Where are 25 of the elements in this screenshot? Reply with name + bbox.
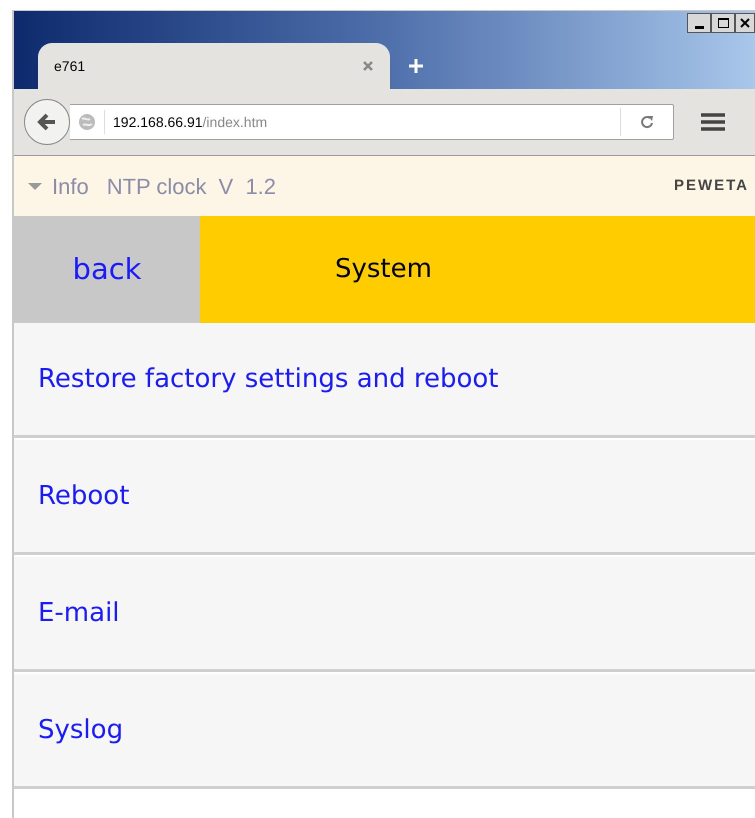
browser-tab[interactable]: e761: [38, 43, 390, 89]
version-text: V 1.2: [218, 172, 276, 200]
caret-icon[interactable]: [28, 181, 42, 191]
close-icon: [740, 18, 750, 28]
menu-item[interactable]: Reboot: [14, 440, 755, 555]
close-icon[interactable]: [362, 60, 374, 72]
reload-icon[interactable]: [639, 114, 655, 130]
close-button[interactable]: [735, 13, 755, 33]
back-button[interactable]: back: [14, 216, 200, 323]
back-button[interactable]: [24, 99, 70, 145]
page-title: System: [335, 253, 432, 286]
tab-title: e761: [54, 56, 86, 76]
menu-item[interactable]: Restore factory settings and reboot: [14, 323, 755, 438]
minimize-button[interactable]: [687, 13, 711, 33]
menu-item[interactable]: E-mail: [14, 557, 755, 672]
globe-icon: [78, 113, 96, 131]
device-name: NTP clock: [106, 172, 207, 200]
menu-item[interactable]: Syslog: [14, 674, 755, 789]
maximize-button[interactable]: [711, 13, 735, 33]
url-text: 192.168.66.91/index.htm: [113, 112, 268, 132]
back-arrow-icon: [37, 113, 57, 131]
new-tab-icon[interactable]: [408, 58, 424, 74]
logo: PEWETA: [674, 176, 749, 196]
menu-icon[interactable]: [700, 112, 726, 132]
address-bar[interactable]: 192.168.66.91/index.htm: [70, 104, 674, 140]
